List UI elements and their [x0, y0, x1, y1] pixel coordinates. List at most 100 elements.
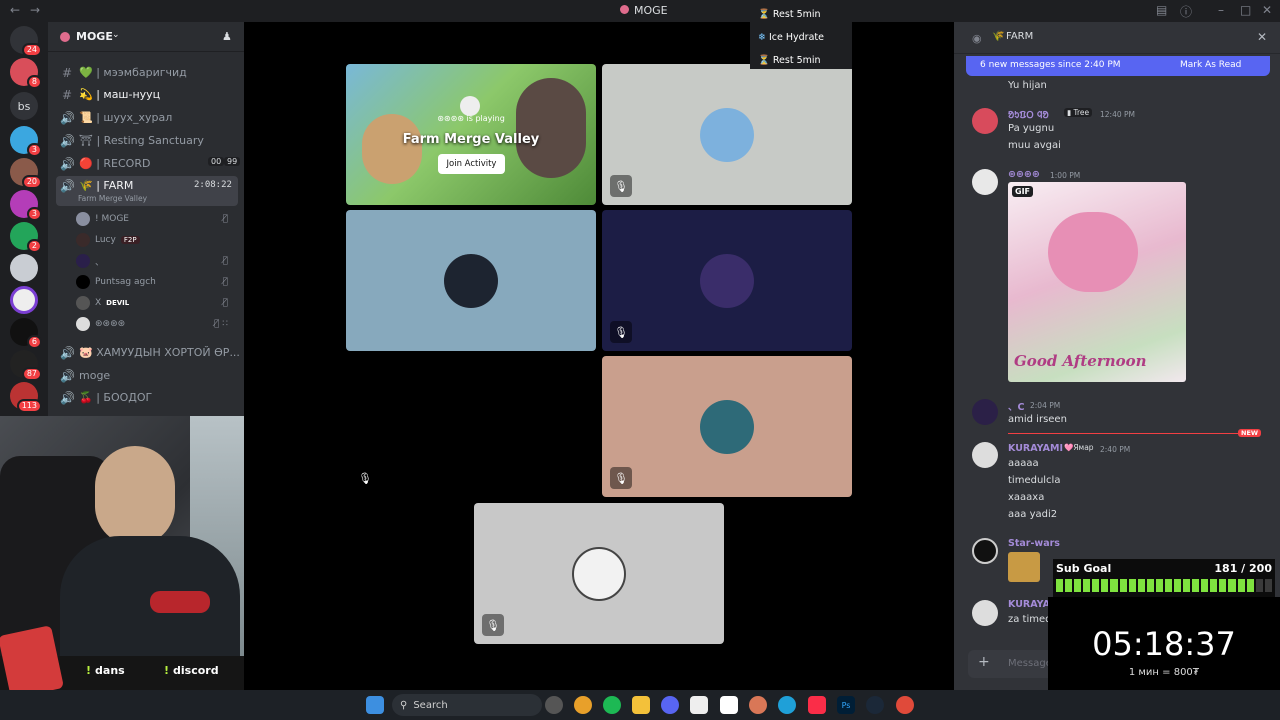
server-icon[interactable]: 2: [10, 222, 42, 253]
participant-tile[interactable]: [346, 210, 596, 351]
progress-segment: [1219, 579, 1227, 592]
help-icon[interactable]: ⓘ: [1180, 3, 1192, 20]
channel-item[interactable]: # 💚 | мээмбаригчид: [56, 62, 238, 83]
message-author[interactable]: 、C: [1008, 399, 1024, 413]
server-icon[interactable]: 20: [10, 158, 42, 189]
avatar[interactable]: [972, 538, 998, 564]
server-icon[interactable]: 6: [10, 318, 42, 349]
progress-segment: [1264, 579, 1272, 592]
voice-user[interactable]: Х DEVIL 🎙̸: [76, 293, 236, 313]
photoshop-icon[interactable]: Ps: [837, 696, 855, 714]
chrome-icon[interactable]: [574, 696, 592, 714]
capcut-icon[interactable]: [690, 696, 708, 714]
progress-segment: [1164, 579, 1173, 592]
channel-item[interactable]: 🔊 📜 | шуух_хурал: [56, 107, 238, 128]
voice-user[interactable]: ! MOGE 🎙̸: [76, 209, 236, 229]
steam-icon[interactable]: [866, 696, 884, 714]
channel-item-farm[interactable]: 🔊 🌾 | FARM 2:08:22 Farm Merge Valley: [56, 176, 238, 206]
channel-item[interactable]: 🔊 🐷 ХАМУУДЫН ХОРТОЙ ӨР...: [56, 342, 240, 363]
server-icon[interactable]: [10, 286, 38, 314]
progress-segment: [1201, 579, 1209, 592]
edge-icon[interactable]: [778, 696, 796, 714]
voice-user[interactable]: Puntsag agch 🎙̸: [76, 272, 236, 292]
message-author[interactable]: Star-wars: [1008, 538, 1060, 549]
close-icon[interactable]: ✕: [1262, 3, 1272, 17]
mark-as-read-button[interactable]: Mark As Read: [1180, 60, 1241, 70]
spotify-icon[interactable]: [603, 696, 621, 714]
activity-tile[interactable]: ⊛⊛⊛⊛ is playing Farm Merge Valley Join A…: [346, 64, 596, 205]
server-avatar: [60, 32, 70, 42]
server-icon[interactable]: 8: [10, 58, 42, 89]
channel-item[interactable]: # 💫 | маш-нууц: [56, 84, 238, 105]
channel-item[interactable]: 🔊 moge: [56, 365, 238, 386]
join-activity-button[interactable]: Join Activity: [438, 154, 505, 174]
participant-tile[interactable]: 🎙: [602, 356, 852, 497]
message-time: 1:00 PM: [1050, 171, 1081, 180]
avatar[interactable]: [972, 108, 998, 134]
image-attachment[interactable]: [1008, 552, 1040, 582]
notification-badge: 2: [26, 239, 42, 253]
chrome-icon[interactable]: [896, 696, 914, 714]
voice-user[interactable]: Lucy F2P: [76, 230, 236, 250]
message-author[interactable]: ⊛⊛⊛⊛: [1008, 169, 1040, 180]
thread-icon: ◉: [972, 32, 982, 45]
close-chat-icon[interactable]: ✕: [1257, 30, 1267, 44]
message-author[interactable]: KURAYAMI: [1008, 443, 1063, 454]
avatar[interactable]: [972, 169, 998, 195]
participant-tile[interactable]: 🎙: [346, 356, 596, 497]
server-header[interactable]: MOGE ⌄ ♟: [48, 22, 244, 52]
forward-arrow-icon[interactable]: →: [30, 3, 40, 17]
taskbar-search[interactable]: ⚲ Search: [392, 694, 542, 716]
windows-start-icon[interactable]: [366, 696, 384, 714]
participant-avatar: [572, 546, 626, 601]
avatar[interactable]: [972, 399, 998, 425]
channel-item[interactable]: 🔊 ⛩ | Resting Sanctuary: [56, 130, 238, 151]
message-text: Pa yugnu: [1008, 123, 1055, 134]
command-dans: ! dans: [86, 664, 125, 677]
server-icon[interactable]: 3: [10, 190, 42, 221]
avatar[interactable]: [972, 442, 998, 468]
folder-icon[interactable]: [632, 696, 650, 714]
add-attachment-icon[interactable]: +: [978, 654, 990, 670]
voice-user[interactable]: 、 🎙̸: [76, 251, 236, 271]
participant-avatar: [700, 399, 754, 454]
message-text: amid irseen: [1008, 414, 1067, 425]
server-icon[interactable]: 3: [10, 126, 42, 157]
server-icon[interactable]: 87: [10, 350, 42, 381]
inbox-icon[interactable]: ▤: [1156, 3, 1167, 17]
avatar[interactable]: [972, 600, 998, 626]
new-messages-bar[interactable]: 6 new messages since 2:40 PM Mark As Rea…: [966, 56, 1270, 76]
progress-segment: [1183, 579, 1191, 592]
back-arrow-icon[interactable]: ←: [10, 3, 20, 17]
gif-attachment[interactable]: GIF Good Afternoon: [1008, 182, 1186, 382]
voice-user[interactable]: ⊛⊛⊛⊛ 🎙̸ ∷: [76, 314, 236, 334]
server-icon[interactable]: 113: [10, 382, 42, 413]
maximize-icon[interactable]: □: [1240, 3, 1251, 17]
channel-item[interactable]: 🔊 🍒 | БООДОГ: [56, 387, 238, 408]
server-name: MOGE: [76, 30, 113, 43]
voice-user-name: ! MOGE: [95, 214, 129, 224]
discord-icon[interactable]: [661, 696, 679, 714]
music-icon[interactable]: [808, 696, 826, 714]
notion-icon[interactable]: [720, 696, 738, 714]
server-icon-bs[interactable]: bs: [10, 92, 38, 120]
role-tag: 🩷Ямар: [1064, 443, 1094, 452]
channel-item-record[interactable]: 🔊 🔴 | RECORD 00 99: [56, 153, 241, 174]
participant-tile[interactable]: 🎙: [602, 210, 852, 351]
participant-tile[interactable]: 🎙: [474, 503, 724, 644]
minimize-icon[interactable]: –: [1218, 3, 1224, 17]
participant-tile[interactable]: 🎙: [602, 64, 852, 205]
direct-messages-icon[interactable]: 24: [10, 26, 42, 57]
message-author[interactable]: KURAYA: [1008, 599, 1050, 610]
chevron-down-icon: ⌄: [112, 30, 120, 40]
message-author[interactable]: ᱚᱩᱯᱛ ᱧᱚ: [1008, 108, 1049, 121]
voice-channel-icon: 🔊: [60, 133, 75, 148]
app-icon[interactable]: [545, 696, 563, 714]
voice-stage: ⊛⊛⊛⊛ is playing Farm Merge Valley Join A…: [244, 22, 954, 690]
progress-segment: [1065, 579, 1073, 592]
muted-icon: 🎙: [610, 175, 632, 197]
claude-icon[interactable]: [749, 696, 767, 714]
server-icon[interactable]: [10, 254, 38, 282]
invite-people-icon[interactable]: ♟: [222, 30, 232, 43]
muted-icon: 🎙: [482, 614, 504, 636]
